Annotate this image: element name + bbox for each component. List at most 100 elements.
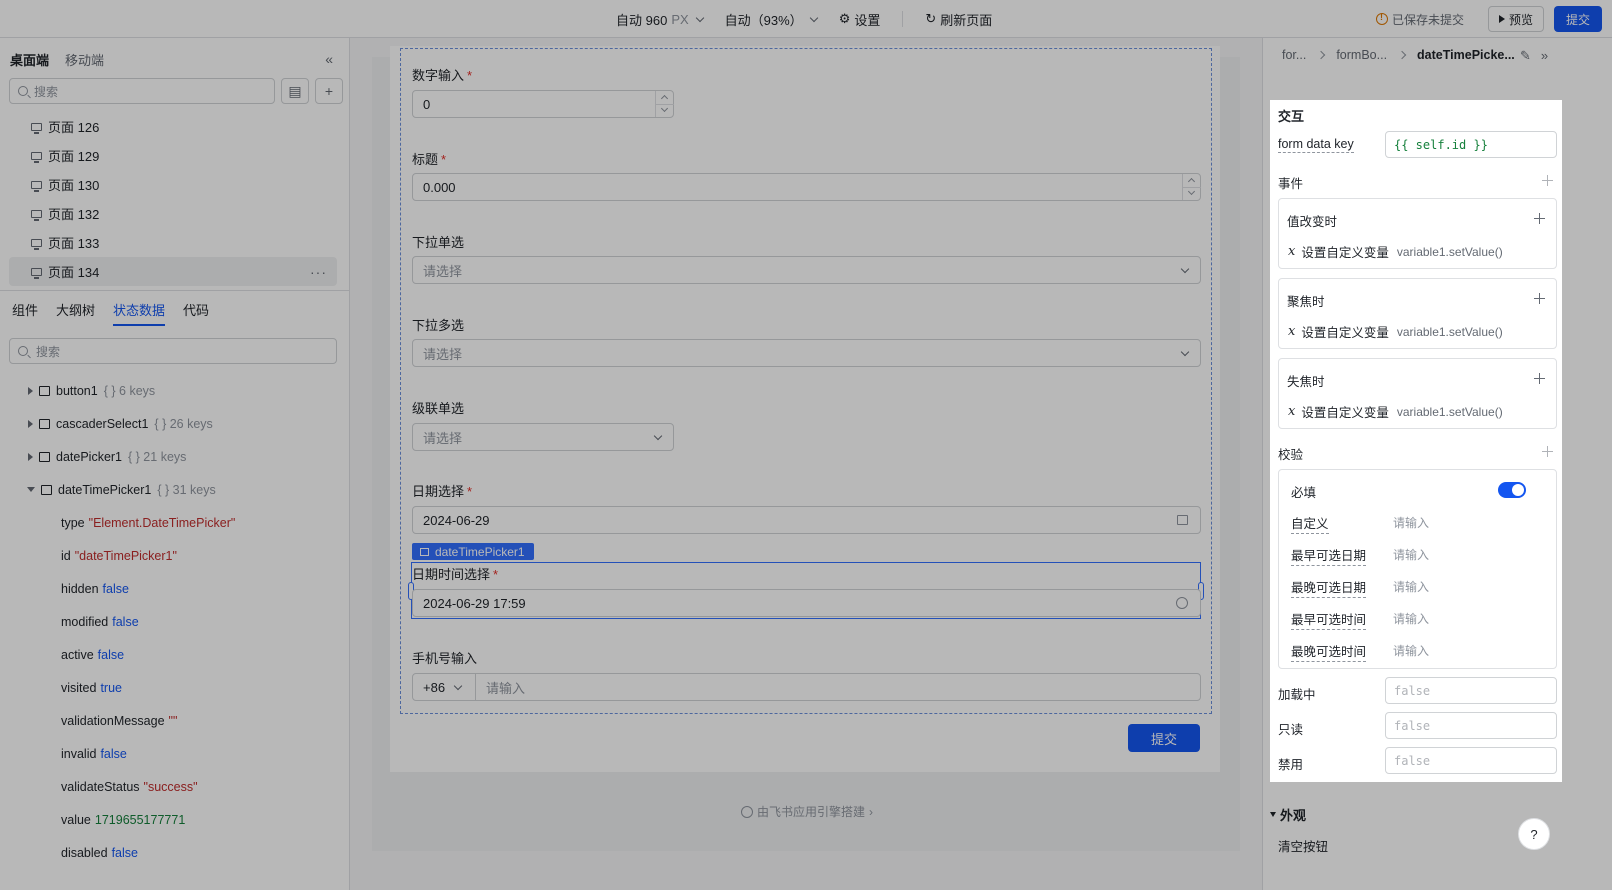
collapse-left-icon[interactable]: « bbox=[325, 51, 333, 67]
width-selector[interactable]: 自动 960 PX bbox=[616, 10, 704, 29]
title-input-value: 0.000 bbox=[423, 179, 456, 195]
selected-component-tag[interactable]: dateTimePicker1 bbox=[412, 543, 534, 560]
prop-row: disabled false bbox=[0, 836, 350, 869]
prop-value: 1719655177771 bbox=[94, 812, 186, 827]
page-search-input[interactable]: 搜索 bbox=[9, 78, 275, 104]
disabled-input[interactable]: false bbox=[1385, 747, 1557, 774]
phone-input[interactable]: 请输入 bbox=[475, 673, 1201, 701]
page-template-button[interactable]: ▤ bbox=[281, 78, 309, 104]
zoom-selector[interactable]: 自动（93%） bbox=[725, 10, 818, 29]
tab-desktop[interactable]: 桌面端 bbox=[10, 50, 49, 69]
prop-key: disabled bbox=[61, 845, 108, 860]
appearance-section[interactable]: 外观 bbox=[1270, 805, 1306, 824]
title-input[interactable]: 0.000 bbox=[412, 173, 1201, 201]
page-item[interactable]: 页面 129 bbox=[9, 141, 337, 170]
select-single-label: 下拉单选 bbox=[412, 235, 465, 250]
loading-input[interactable]: false bbox=[1385, 677, 1557, 704]
title-stepper[interactable] bbox=[1182, 174, 1201, 200]
page-item[interactable]: 页面 126 bbox=[9, 112, 337, 141]
phone-prefix-value: +86 bbox=[423, 679, 446, 695]
prop-key: validateStatus bbox=[61, 779, 140, 794]
events-title: 事件 bbox=[1278, 177, 1304, 191]
page-item[interactable]: 页面 132 bbox=[9, 199, 337, 228]
tab-outline[interactable]: 大纲树 bbox=[56, 300, 95, 326]
add-event-icon[interactable] bbox=[1542, 175, 1553, 186]
top-toolbar: 自动 960 PX 自动（93%） ⚙ 设置 ↻ 刷新页面 已保存未提交 预览 … bbox=[0, 0, 1612, 38]
tree-node[interactable]: datePicker1 { } 21 keys bbox=[0, 440, 350, 473]
edit-icon[interactable]: ✎ bbox=[1520, 48, 1531, 64]
expand-icon[interactable] bbox=[28, 386, 33, 395]
tab-state-data[interactable]: 状态数据 bbox=[113, 300, 166, 326]
add-action-icon[interactable] bbox=[1534, 213, 1545, 224]
tree-node[interactable]: dateTimePicker1 { } 31 keys bbox=[0, 473, 350, 506]
add-action-icon[interactable] bbox=[1534, 373, 1545, 384]
tab-code[interactable]: 代码 bbox=[183, 300, 209, 326]
calendar-icon bbox=[39, 451, 50, 462]
datetime-icon bbox=[41, 484, 52, 495]
validation-input[interactable]: 请输入 bbox=[1393, 514, 1429, 531]
validation-input[interactable]: 请输入 bbox=[1393, 642, 1429, 659]
tab-components[interactable]: 组件 bbox=[12, 300, 38, 326]
page-item-label: 页面 134 bbox=[48, 265, 100, 280]
add-page-button[interactable]: + bbox=[315, 78, 343, 104]
prop-key: modified bbox=[61, 614, 109, 629]
page-item[interactable]: 页面 130 bbox=[9, 170, 337, 199]
event-card[interactable]: 失焦时 x 设置自定义变量 variable1.setValue() bbox=[1278, 358, 1557, 429]
event-card[interactable]: 值改变时 x 设置自定义变量 variable1.setValue() bbox=[1278, 198, 1557, 269]
chevron-right-icon bbox=[1397, 50, 1407, 60]
validation-input[interactable]: 请输入 bbox=[1393, 546, 1429, 563]
event-action[interactable]: x 设置自定义变量 variable1.setValue() bbox=[1288, 402, 1503, 421]
form-submit-button[interactable]: 提交 bbox=[1128, 724, 1200, 752]
node-keys: { } 6 keys bbox=[103, 383, 156, 398]
phone-prefix-select[interactable]: +86 bbox=[412, 673, 476, 701]
number-input[interactable]: 0 bbox=[412, 90, 674, 118]
breadcrumb-current: dateTimePicke... bbox=[1417, 48, 1515, 62]
readonly-input[interactable]: false bbox=[1385, 712, 1557, 739]
event-action[interactable]: x 设置自定义变量 variable1.setValue() bbox=[1288, 242, 1503, 261]
required-toggle[interactable] bbox=[1498, 482, 1526, 498]
prop-row: modified false bbox=[0, 605, 350, 638]
preview-button[interactable]: 预览 bbox=[1487, 6, 1544, 32]
validation-input[interactable]: 请输入 bbox=[1393, 578, 1429, 595]
breadcrumb-item[interactable]: formBo... bbox=[1336, 48, 1387, 62]
page-item-active[interactable]: 页面 134 ··· bbox=[9, 257, 337, 286]
tree-node[interactable]: button1 { } 6 keys bbox=[0, 374, 350, 407]
breadcrumb-item[interactable]: for... bbox=[1282, 48, 1306, 62]
add-validation-icon[interactable] bbox=[1542, 446, 1553, 457]
node-name: dateTimePicker1 bbox=[58, 482, 152, 497]
more-icon[interactable]: ··· bbox=[310, 264, 327, 280]
prop-row: type "Element.DateTimePicker" bbox=[0, 506, 350, 539]
number-stepper[interactable] bbox=[655, 91, 674, 117]
submit-button[interactable]: 提交 bbox=[1553, 6, 1602, 32]
settings-label: 设置 bbox=[854, 12, 881, 28]
datetime-picker[interactable]: 2024-06-29 17:59 bbox=[412, 589, 1201, 617]
prop-row: id "dateTimePicker1" bbox=[0, 539, 350, 572]
tab-mobile[interactable]: 移动端 bbox=[65, 50, 104, 69]
event-action[interactable]: x 设置自定义变量 variable1.setValue() bbox=[1288, 322, 1503, 341]
settings-button[interactable]: ⚙ 设置 bbox=[839, 10, 881, 29]
validation-input[interactable]: 请输入 bbox=[1393, 610, 1429, 627]
event-card[interactable]: 聚焦时 x 设置自定义变量 variable1.setValue() bbox=[1278, 278, 1557, 349]
collapse-icon[interactable] bbox=[27, 487, 35, 492]
tree-node[interactable]: cascaderSelect1 { } 26 keys bbox=[0, 407, 350, 440]
cascader-select[interactable]: 请选择 bbox=[412, 423, 674, 451]
play-icon bbox=[1498, 15, 1505, 23]
add-action-icon[interactable] bbox=[1534, 293, 1545, 304]
prop-key: invalid bbox=[61, 746, 97, 761]
select-multi[interactable]: 请选择 bbox=[412, 339, 1201, 367]
expand-icon[interactable] bbox=[28, 419, 33, 428]
refresh-page-button[interactable]: ↻ 刷新页面 bbox=[925, 10, 992, 29]
expand-icon[interactable] bbox=[28, 452, 33, 461]
prop-key: active bbox=[61, 647, 94, 662]
page-list: 页面 126 页面 129 页面 130 页面 132 页面 133 页面 13… bbox=[9, 112, 337, 286]
powered-by[interactable]: 由飞书应用引擎搭建 › bbox=[741, 803, 873, 820]
expand-panel-icon[interactable]: » bbox=[1541, 48, 1548, 64]
help-button[interactable]: ? bbox=[1518, 818, 1550, 850]
state-search-input[interactable]: 搜索 bbox=[9, 338, 337, 364]
action-name: 设置自定义变量 bbox=[1301, 406, 1389, 420]
page-item[interactable]: 页面 133 bbox=[9, 228, 337, 257]
action-code: variable1.setValue() bbox=[1396, 324, 1503, 339]
form-data-key-input[interactable]: {{ self.id }} bbox=[1385, 131, 1557, 158]
date-picker[interactable]: 2024-06-29 bbox=[412, 506, 1201, 534]
select-single[interactable]: 请选择 bbox=[412, 256, 1201, 284]
